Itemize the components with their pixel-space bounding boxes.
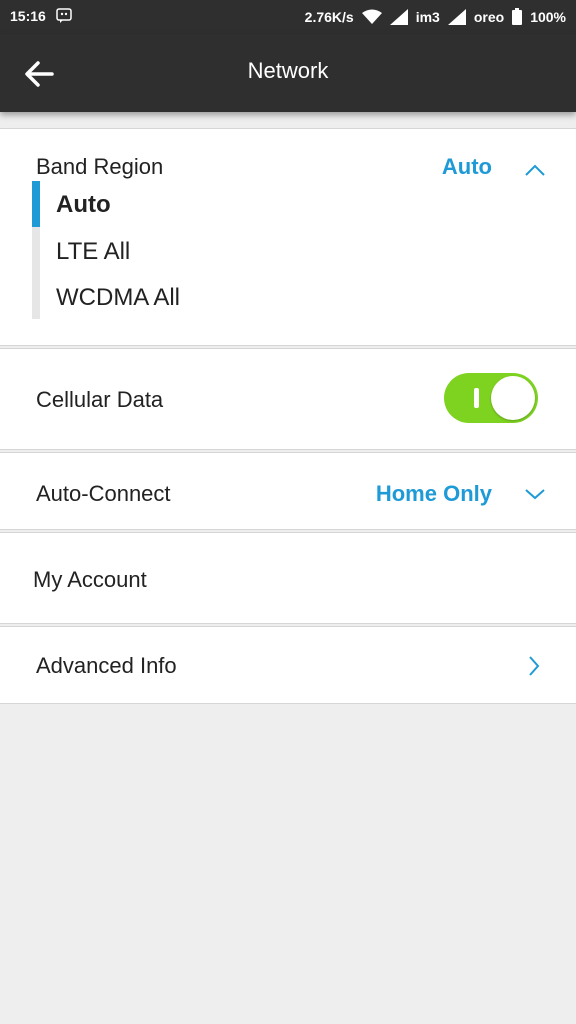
my-account-label: My Account bbox=[33, 567, 147, 592]
chevron-right-icon bbox=[529, 656, 540, 676]
toggle-on-mark bbox=[474, 388, 479, 408]
bbm-notification-icon bbox=[56, 8, 72, 23]
status-bar: 15:16 2.76K/s im3 oreo 100% bbox=[0, 0, 576, 34]
advanced-info-row[interactable]: Advanced Info bbox=[0, 626, 576, 704]
my-account-row[interactable]: My Account bbox=[0, 532, 576, 624]
toggle-knob bbox=[491, 376, 535, 420]
carrier-2: oreo bbox=[473, 8, 505, 25]
cellular-data-label: Cellular Data bbox=[36, 387, 164, 412]
battery-level: 100% bbox=[530, 8, 566, 25]
option-selected-indicator bbox=[32, 181, 40, 227]
chevron-down-icon bbox=[525, 489, 545, 500]
auto-connect-row[interactable]: Auto-Connect Home Only bbox=[0, 452, 576, 530]
advanced-info-label: Advanced Info bbox=[36, 653, 177, 678]
band-option-auto[interactable]: Auto bbox=[56, 191, 111, 219]
auto-connect-label: Auto-Connect bbox=[36, 481, 171, 506]
band-region-label: Band Region bbox=[36, 154, 164, 179]
cellular-data-toggle[interactable] bbox=[444, 373, 538, 423]
page-title: Network bbox=[247, 58, 329, 83]
auto-connect-value: Home Only bbox=[375, 481, 492, 506]
band-region-header[interactable]: Band Region Auto bbox=[0, 129, 576, 181]
battery-icon bbox=[512, 8, 523, 25]
cellular-data-row: Cellular Data bbox=[0, 348, 576, 450]
signal-icon bbox=[447, 8, 466, 25]
app-bar: Network bbox=[0, 34, 576, 112]
band-region-card: Band Region Auto Auto LTE All WCDMA All bbox=[0, 128, 576, 346]
chevron-up-icon bbox=[525, 164, 545, 176]
signal-icon bbox=[389, 8, 408, 25]
status-time: 15:16 bbox=[10, 8, 46, 24]
band-option-wcdma-all[interactable]: WCDMA All bbox=[56, 284, 180, 312]
band-option-lte-all[interactable]: LTE All bbox=[56, 238, 130, 266]
network-speed: 2.76K/s bbox=[304, 8, 354, 25]
carrier-1: im3 bbox=[415, 8, 440, 25]
band-region-value: Auto bbox=[441, 154, 492, 179]
wifi-icon bbox=[361, 9, 382, 24]
